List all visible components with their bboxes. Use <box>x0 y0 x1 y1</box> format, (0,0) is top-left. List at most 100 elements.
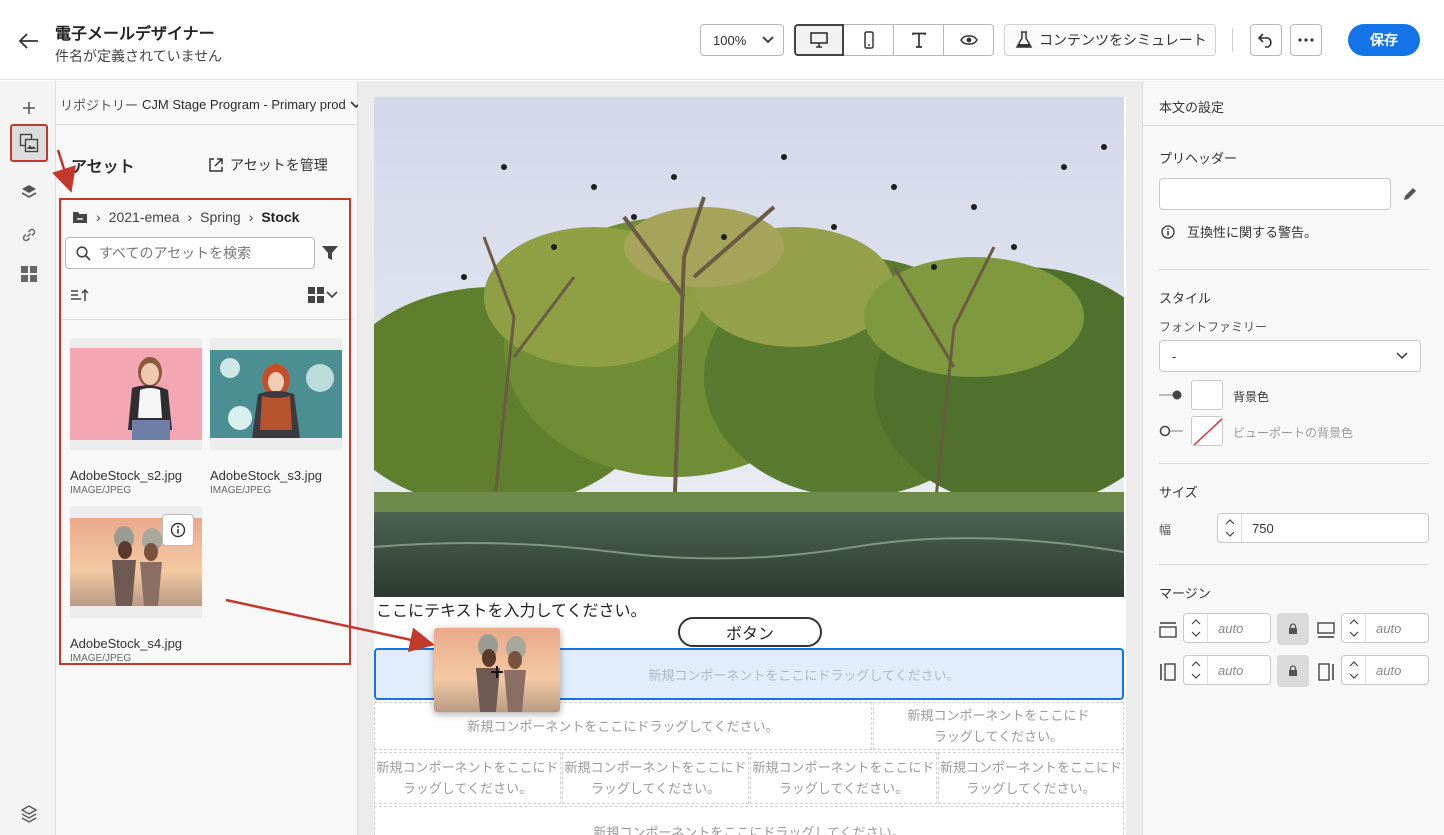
assets-tab-button[interactable] <box>10 124 48 162</box>
chevron-up-icon <box>1191 661 1200 667</box>
chevron-up-icon <box>1225 519 1234 525</box>
compat-warning-text: 互換性に関する警告。 <box>1187 225 1318 240</box>
desktop-view-button[interactable] <box>794 24 844 56</box>
plus-icon <box>23 102 35 114</box>
page-title: 電子メールデザイナー <box>55 26 215 43</box>
drop-hint-text: 新規コンポーネントをここにド ラッグしてください。 <box>564 760 747 796</box>
bg-color-toggle[interactable] <box>1159 389 1183 401</box>
margin-left-value: auto <box>1218 662 1244 678</box>
chevron-up-icon <box>1349 661 1358 667</box>
toolbar-divider <box>1232 28 1233 52</box>
save-button[interactable]: 保存 <box>1348 24 1420 56</box>
zoom-value: 100% <box>713 32 747 48</box>
bg-color-swatch[interactable] <box>1191 380 1223 410</box>
preheader-input[interactable] <box>1159 178 1391 210</box>
email-canvas: ここにテキストを入力してください。 ボタン 新規コンポーネントをここにドラッグし… <box>358 81 1142 835</box>
button-component[interactable]: ボタン <box>678 617 822 647</box>
page-subtitle: 件名が定義されていません <box>55 48 223 64</box>
chevron-up-icon <box>1349 619 1358 625</box>
chevron-down-icon <box>1396 352 1408 360</box>
preheader-label: プリヘッダー <box>1159 151 1238 166</box>
drop-zone[interactable]: 新規コンポーネントをここにドラッグしてください。 <box>374 752 561 804</box>
bg-color-label: 背景色 <box>1233 390 1270 404</box>
stepper-arrows[interactable] <box>1342 614 1366 642</box>
open-external-icon <box>209 158 223 172</box>
flask-icon <box>1015 31 1033 48</box>
layers-icon <box>21 185 37 198</box>
drop-zone[interactable]: 新規コンポーネントをここにドラッグしてください。 <box>873 702 1124 750</box>
add-component-button[interactable] <box>14 93 44 123</box>
chevron-up-icon <box>1191 619 1200 625</box>
fragments-tab-button[interactable] <box>14 259 44 289</box>
settings-panel: 本文の設定 プリヘッダー 互換性に関する警告。 スタイル フォントファミリー -… <box>1142 81 1444 835</box>
info-icon <box>1161 224 1175 239</box>
more-icon <box>1298 38 1314 42</box>
font-family-select[interactable]: - <box>1159 340 1421 372</box>
edit-preheader-button[interactable] <box>1401 185 1419 206</box>
margin-left-icon <box>1160 663 1176 681</box>
margin-bottom-value: auto <box>1376 620 1402 636</box>
undo-icon <box>1257 33 1272 48</box>
drop-zone[interactable]: 新規コンポーネントをここにドラッグしてください。 <box>562 752 749 804</box>
chevron-down-icon <box>1225 531 1234 537</box>
margin-left-stepper[interactable]: auto <box>1183 655 1271 685</box>
hero-image[interactable] <box>374 97 1124 597</box>
email-body[interactable]: ここにテキストを入力してください。 ボタン 新規コンポーネントをここにドラッグし… <box>374 97 1126 835</box>
stepper-arrows[interactable] <box>1184 614 1208 642</box>
drop-hint-text: 新規コンポーネントをここにド ラッグしてください。 <box>752 760 935 796</box>
mobile-view-button[interactable] <box>844 24 894 56</box>
margin-top-stepper[interactable]: auto <box>1183 613 1271 643</box>
more-actions-button[interactable] <box>1290 24 1322 56</box>
dragged-image <box>434 628 560 712</box>
simulate-content-button[interactable]: コンテンツをシミュレート <box>1004 24 1216 56</box>
text-view-button[interactable] <box>894 24 944 56</box>
pencil-icon <box>1404 188 1416 200</box>
viewport-bg-swatch[interactable] <box>1191 416 1223 446</box>
chevron-down-icon <box>762 36 774 44</box>
eye-icon <box>959 35 978 45</box>
layers-tab-button[interactable] <box>14 177 44 207</box>
mobile-icon <box>863 31 874 49</box>
drop-zone[interactable]: 新規コンポーネントをここにドラッグしてください。 <box>374 806 1124 835</box>
settings-header: 本文の設定 <box>1159 100 1225 115</box>
margin-lock-button[interactable] <box>1277 613 1309 645</box>
size-label: サイズ <box>1159 485 1198 500</box>
margin-bottom-stepper[interactable]: auto <box>1341 613 1429 643</box>
manage-assets-link[interactable]: アセットを管理 <box>208 155 328 175</box>
zoom-select[interactable]: 100% <box>700 24 784 56</box>
back-button[interactable] <box>16 28 42 54</box>
lock-icon <box>1289 623 1297 634</box>
compat-warning: 互換性に関する警告。 <box>1161 222 1317 241</box>
links-tab-button[interactable] <box>14 220 44 250</box>
stepper-arrows[interactable] <box>1342 656 1366 684</box>
preview-button[interactable] <box>944 24 994 56</box>
drop-zone[interactable]: 新規コンポーネントをここにドラッグしてください。 <box>750 752 937 804</box>
navigation-tree-button[interactable] <box>14 799 44 829</box>
margin-right-value: auto <box>1376 662 1402 678</box>
font-family-value: - <box>1172 348 1177 364</box>
assets-icon <box>19 133 39 153</box>
text-component[interactable]: ここにテキストを入力してください。 <box>376 597 647 621</box>
margin-bottom-icon <box>1317 622 1335 638</box>
arrow-left-icon <box>18 33 38 49</box>
margin-right-stepper[interactable]: auto <box>1341 655 1429 685</box>
undo-button[interactable] <box>1250 24 1282 56</box>
chevron-down-icon <box>1349 673 1358 679</box>
drop-zone[interactable]: 新規コンポーネントをここにドラッグしてください。 <box>938 752 1124 804</box>
repository-name: CJM Stage Program - Primary prod <box>142 97 346 112</box>
stepper-arrows[interactable] <box>1184 656 1208 684</box>
viewport-bg-label: ビューポートの背景色 <box>1233 426 1354 440</box>
left-rail <box>0 81 56 835</box>
viewport-bg-toggle[interactable] <box>1159 425 1183 437</box>
fragments-icon <box>21 266 37 282</box>
font-family-label: フォントファミリー <box>1159 320 1268 334</box>
style-label: スタイル <box>1159 291 1212 306</box>
stepper-arrows[interactable] <box>1218 514 1242 542</box>
repository-selector[interactable]: リポジトリー CJM Stage Program - Primary prod <box>60 95 362 114</box>
repository-prefix: リポジトリー <box>60 98 139 113</box>
margin-lock-button[interactable] <box>1277 655 1309 687</box>
panel-divider <box>1143 125 1444 126</box>
width-stepper[interactable]: 750 <box>1217 513 1429 543</box>
chevron-down-icon <box>1191 673 1200 679</box>
section-divider <box>1159 564 1429 565</box>
